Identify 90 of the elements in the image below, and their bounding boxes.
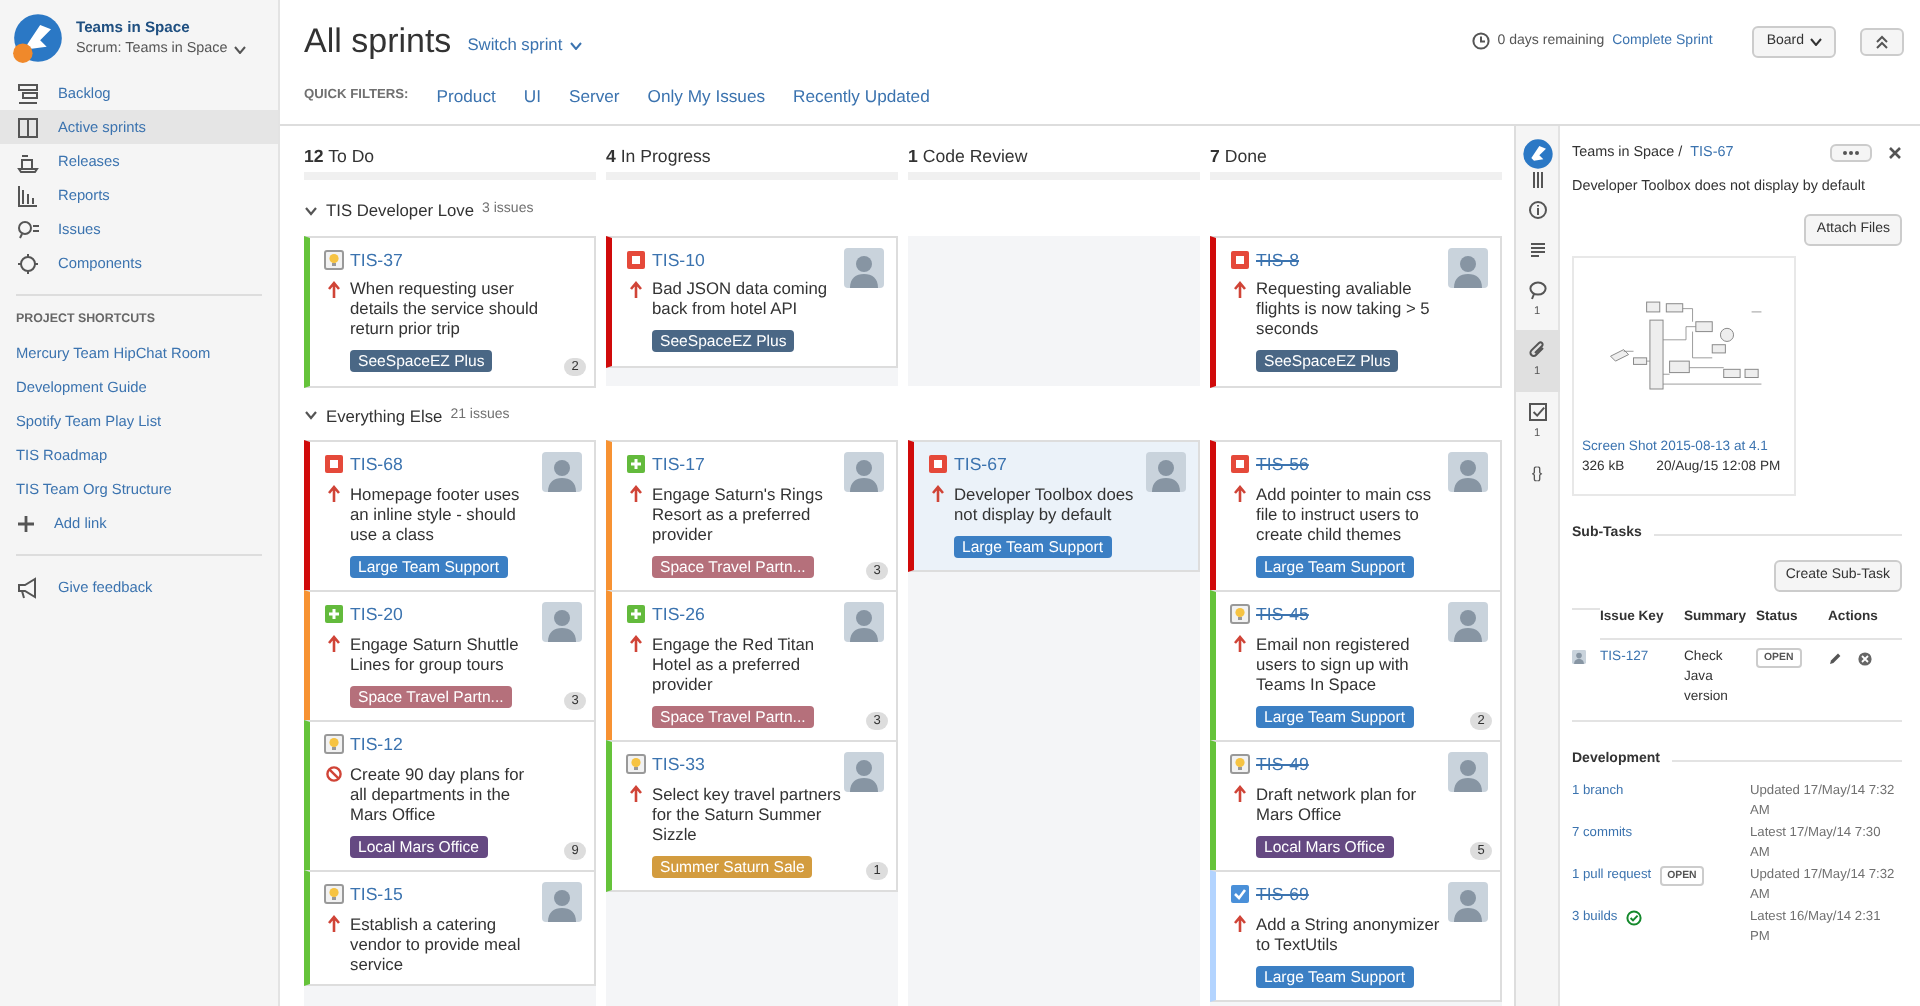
caret-icon bbox=[1810, 37, 1822, 46]
avatar-icon bbox=[1572, 650, 1586, 665]
lightbulb-icon bbox=[323, 249, 343, 270]
remove-icon[interactable] bbox=[1858, 652, 1872, 667]
clock-icon bbox=[1471, 32, 1490, 51]
chevron-icon[interactable] bbox=[304, 408, 318, 423]
quick-filter-link[interactable]: UI bbox=[523, 83, 541, 109]
issue-summary: Bad JSON data coming back from hotel API bbox=[652, 278, 830, 319]
issue-summary: Add a String anonymizer to TextUtils bbox=[1256, 913, 1442, 954]
plus-icon bbox=[16, 513, 36, 534]
issue-key-link[interactable]: TIS-68 bbox=[350, 454, 403, 477]
issue-summary: Requesting avaliable flights is now taking > 5 seconds bbox=[1256, 278, 1432, 339]
issue-key-link[interactable]: TIS-56 bbox=[1256, 454, 1309, 477]
bug-icon bbox=[927, 454, 947, 475]
issue-key-link[interactable]: TIS-26 bbox=[652, 604, 705, 627]
quick-filter-link[interactable]: Server bbox=[568, 83, 620, 109]
column-header: 4 In Progress bbox=[606, 144, 713, 170]
grip-icon bbox=[1531, 170, 1543, 190]
chevrons-up-icon bbox=[1874, 33, 1890, 50]
caret-icon bbox=[570, 41, 583, 50]
caret-icon bbox=[233, 45, 246, 54]
quick-filter-link[interactable]: Recently Updated bbox=[793, 83, 930, 109]
plus-icon bbox=[625, 604, 645, 625]
issue-key-link[interactable]: TIS-69 bbox=[1256, 884, 1309, 907]
issue-summary: Engage Saturn's Rings Resort as a preferred provider bbox=[652, 483, 825, 544]
column-header: 12 To Do bbox=[304, 144, 377, 170]
collapse-button[interactable] bbox=[1860, 27, 1904, 56]
issue-key-link[interactable]: TIS-49 bbox=[1256, 754, 1309, 777]
quick-filter-link[interactable]: Product bbox=[436, 83, 496, 109]
issue-key-link[interactable]: TIS-8 bbox=[1256, 249, 1300, 272]
bug-icon bbox=[625, 249, 645, 270]
release-icon bbox=[16, 149, 40, 173]
bug-icon bbox=[1229, 454, 1249, 475]
plus-icon bbox=[323, 604, 343, 625]
pencil-icon[interactable] bbox=[1828, 652, 1842, 667]
panel-tab[interactable]: {} bbox=[1516, 452, 1559, 497]
issue-key-link[interactable]: TIS-67 bbox=[954, 454, 1007, 477]
issue-key-link[interactable]: TIS-17 bbox=[652, 454, 705, 477]
bug-icon bbox=[323, 454, 343, 475]
issue-summary: Email non registered users to sign up with Teams In Space bbox=[1256, 633, 1412, 694]
column-header: 7 Done bbox=[1210, 144, 1269, 170]
issue-key-link[interactable]: TIS-33 bbox=[652, 754, 705, 777]
issue-summary: Select key travel partners for the Saturn Summer Sizzle bbox=[652, 783, 843, 844]
lightbulb-icon bbox=[1229, 604, 1249, 625]
swimlane-title: Everything Else bbox=[326, 403, 443, 429]
gear-icon bbox=[16, 251, 40, 275]
issue-summary: Draft network plan for Mars Office bbox=[1256, 783, 1419, 824]
issue-summary: Engage Saturn Shuttle Lines for group tours bbox=[350, 633, 521, 674]
info-icon bbox=[1527, 200, 1547, 220]
issue-summary: When requesting user details the service should return prior trip bbox=[350, 278, 541, 339]
project-logo-icon bbox=[12, 12, 64, 64]
issue-card[interactable]: TIS-15 Establish a catering vendor to provide meal service bbox=[304, 870, 596, 986]
close-icon[interactable] bbox=[1888, 145, 1902, 160]
chevron-icon[interactable] bbox=[304, 203, 318, 218]
lightbulb-icon bbox=[323, 884, 343, 905]
bug-icon bbox=[1229, 249, 1249, 270]
issue-key-link[interactable]: TIS-15 bbox=[350, 884, 403, 907]
paperclip-icon bbox=[1527, 340, 1547, 361]
columns-icon bbox=[16, 115, 40, 139]
text-lines-icon bbox=[1527, 240, 1547, 260]
issue-summary: Establish a catering vendor to provide meal service bbox=[350, 913, 523, 974]
issues-icon bbox=[16, 217, 40, 241]
more-button[interactable] bbox=[1830, 143, 1872, 162]
checkbox-icon bbox=[1229, 884, 1249, 905]
issue-key-link[interactable]: TIS-45 bbox=[1256, 604, 1309, 627]
issue-summary: Add pointer to main css file to instruct users to create child themes bbox=[1256, 483, 1434, 544]
project-logo-icon bbox=[1521, 138, 1553, 170]
checkbox-icon bbox=[1527, 401, 1547, 422]
backlog-icon bbox=[16, 81, 40, 105]
lightbulb-icon bbox=[323, 734, 343, 755]
swimlane-title: TIS Developer Love bbox=[326, 198, 475, 224]
issue-summary: Developer Toolbox does not display by default bbox=[954, 483, 1136, 524]
lightbulb-icon bbox=[625, 754, 645, 775]
bar-chart-icon bbox=[16, 183, 40, 207]
issue-key-link[interactable]: TIS-37 bbox=[350, 249, 403, 272]
switch-sprint-link[interactable]: Switch sprint bbox=[467, 32, 583, 59]
quick-filter-link[interactable]: Only My Issues bbox=[647, 83, 766, 109]
plus-icon bbox=[625, 454, 645, 475]
ellipsis-icon bbox=[1842, 149, 1860, 156]
issue-summary: Create 90 day plans for all departments in the Mars Office bbox=[350, 763, 527, 824]
page-title: All sprints bbox=[304, 20, 452, 64]
lightbulb-icon bbox=[1229, 754, 1249, 775]
column-header: 1 Code Review bbox=[908, 144, 1030, 170]
issue-summary: Homepage footer uses an inline style - should use a class bbox=[350, 483, 522, 544]
issue-key-link[interactable]: TIS-20 bbox=[350, 604, 403, 627]
megaphone-icon bbox=[16, 575, 40, 600]
issue-key-link[interactable]: TIS-12 bbox=[350, 734, 403, 757]
issue-summary: Engage the Red Titan Hotel as a preferred provider bbox=[652, 633, 817, 694]
speech-bubble-icon bbox=[1527, 280, 1547, 300]
issue-key-link[interactable]: TIS-10 bbox=[652, 249, 705, 272]
